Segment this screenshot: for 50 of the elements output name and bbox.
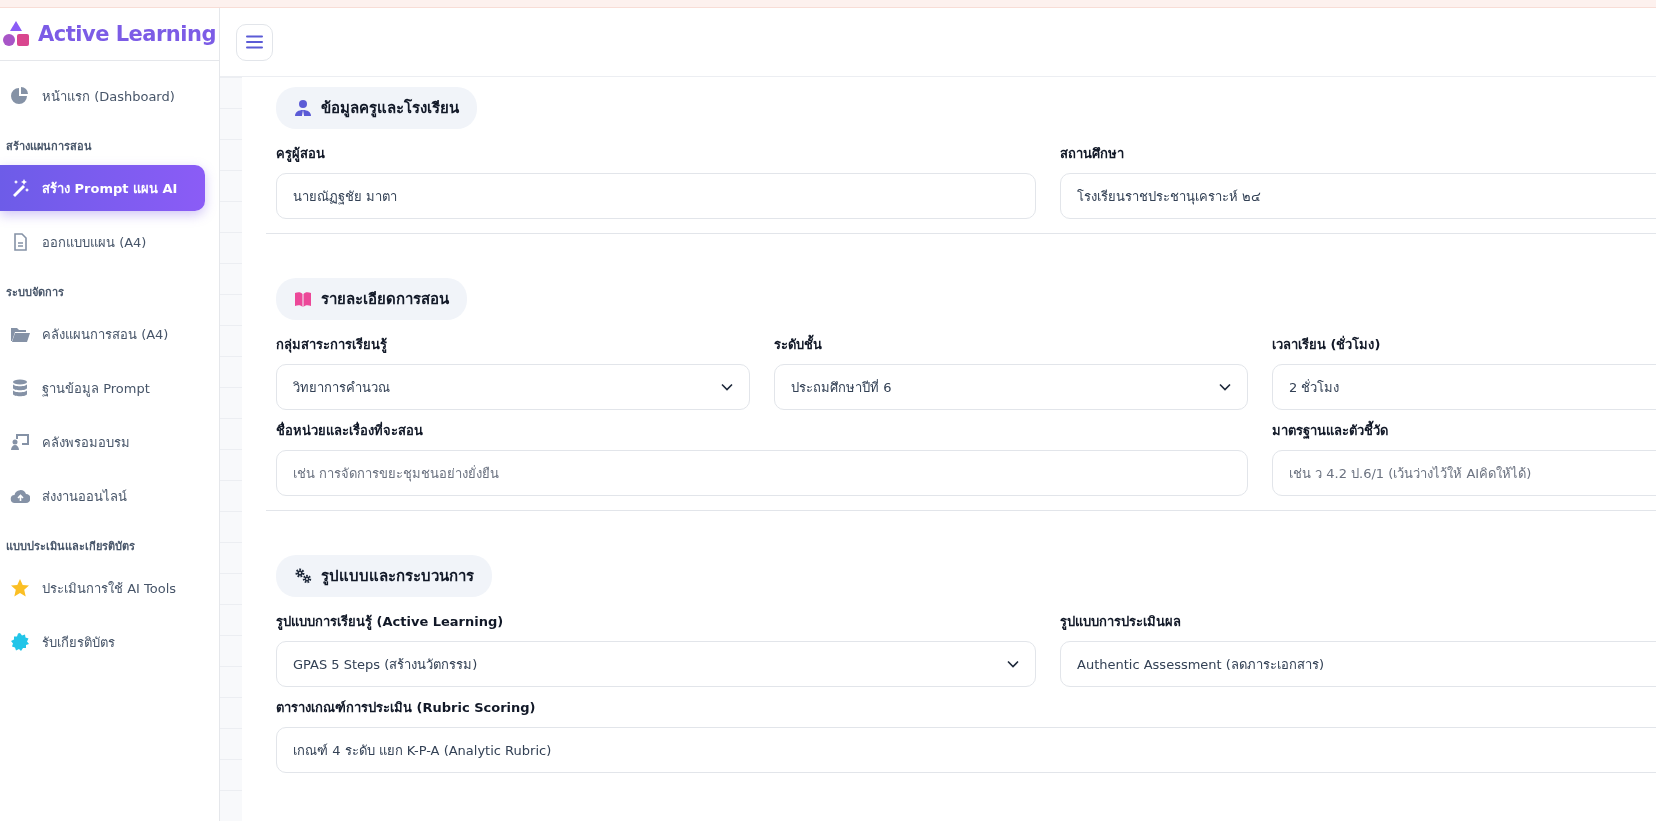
gears-icon — [294, 567, 312, 585]
shapes-logo-icon — [2, 20, 30, 48]
user-icon — [294, 99, 312, 117]
field-label: รูปแบบการประเมินผล — [1060, 613, 1182, 632]
field-label: สถานศึกษา — [1060, 145, 1125, 163]
field-label: ครูผู้สอน — [276, 145, 326, 164]
select-field[interactable]: เกณฑ์ 4 ระดับ แยก K-P-A (Analytic Rubric) — [276, 727, 1656, 773]
input-field[interactable]: โรงเรียนราชประชานุเคราะห์ ๒๔ — [1060, 173, 1656, 219]
input-field[interactable]: นายณัฏฐชัย มาตา — [276, 173, 1036, 219]
field-label: มาตรฐานและตัวชี้วัด — [1272, 420, 1656, 441]
select-field[interactable]: วิทยาการคำนวณ — [276, 364, 750, 410]
star-icon — [10, 578, 30, 598]
section-title-text: ข้อมูลครูและโรงเรียน — [321, 98, 459, 120]
chalkboard-user-icon — [10, 432, 30, 452]
sidebar-item[interactable]: ฐานข้อมูล Prompt — [0, 365, 205, 411]
section-title-text: รายละเอียดการสอน — [321, 289, 449, 310]
input-field[interactable]: 2 ชั่วโมง — [1272, 364, 1656, 410]
section-title-text: รูปแบบและกระบวนการ — [321, 566, 474, 588]
pie-chart-icon — [10, 86, 30, 106]
input-field[interactable]: Authentic Assessment (ลดภาระเอกสาร) — [1060, 641, 1656, 687]
nav-section-heading: แบบประเมินและเกียรติบัตร — [5, 539, 136, 555]
menu-icon — [246, 35, 263, 49]
sidebar-item[interactable]: คลังพรอมอบรม — [0, 419, 205, 465]
chevron-down-icon — [721, 383, 733, 391]
sidebar-item[interactable]: ประเมินการใช้ AI Tools — [0, 565, 205, 611]
nav-section-heading: ระบบจัดการ — [5, 285, 65, 301]
chevron-down-icon — [1219, 383, 1231, 391]
app-logo-text: Active Learning — [38, 22, 216, 46]
nav-section-heading: สร้างแผนการสอน — [5, 139, 93, 155]
field-label: ระดับชั้น — [774, 334, 1248, 355]
chevron-down-icon — [1007, 660, 1019, 668]
input-field[interactable]: เช่น ว 4.2 ป.6/1 (เว้นว่างไว้ให้ AIคิดให้ได้) — [1272, 450, 1656, 496]
sidebar-item[interactable]: ส่งงานออนไลน์ — [0, 473, 205, 519]
input-field[interactable]: เช่น การจัดการขยะชุมชนอย่างยั่งยืน — [276, 450, 1248, 496]
book-icon — [294, 290, 312, 308]
sidebar-item[interactable]: คลังแผนการสอน (A4) — [0, 311, 205, 357]
sidebar-item[interactable]: สร้าง Prompt แผน AI — [0, 165, 205, 211]
field-label: ชื่อหน่วยและเรื่องที่จะสอน — [276, 420, 424, 440]
field-label: รูปแบบการเรียนรู้ (Active Learning) — [276, 613, 505, 632]
select-field[interactable]: ประถมศึกษาปีที่ 6 — [774, 364, 1248, 410]
menu-button[interactable] — [236, 23, 273, 61]
sidebar-item[interactable]: หน้าแรก (Dashboard) — [0, 73, 205, 119]
sidebar-item[interactable]: รับเกียรติบัตร — [0, 619, 205, 665]
field-label: เวลาเรียน (ชั่วโมง) — [1272, 334, 1382, 354]
badge-icon — [10, 632, 30, 652]
select-field[interactable]: GPAS 5 Steps (สร้างนวัตกรรม) — [276, 641, 1036, 687]
database-icon — [10, 378, 30, 398]
field-label: กลุ่มสาระการเรียนรู้ — [276, 336, 388, 355]
sidebar-item[interactable]: ออกแบบแผน (A4) — [0, 219, 205, 265]
field-label: ตารางเกณฑ์การประเมิน (Rubric Scoring) — [276, 699, 537, 717]
